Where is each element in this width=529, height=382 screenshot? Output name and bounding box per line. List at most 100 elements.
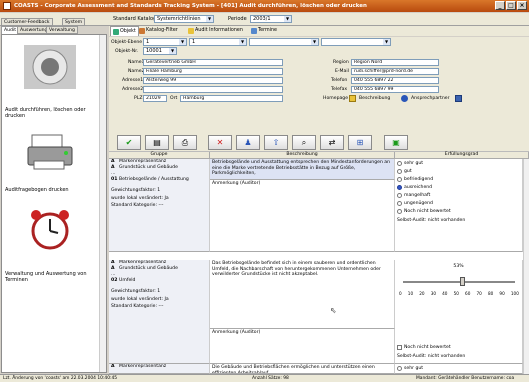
slider-ticks: 0 10 20 30 40 50 60 70 80 90 100: [399, 291, 519, 296]
chevron-down-icon: ▼: [383, 39, 390, 45]
tab-audit-informationen[interactable]: Audit Informationen: [186, 26, 245, 36]
column-header-erfuellung[interactable]: Erfüllungsgrad: [395, 152, 529, 159]
object-icon: [113, 28, 119, 35]
rating-option[interactable]: ungenügend: [395, 199, 522, 207]
beschreibung-label: Beschreibung: [359, 96, 391, 101]
nav-item-termine[interactable]: Verwaltung und Auswertung von Terminen: [2, 207, 102, 287]
ebene-fourth-select[interactable]: ▼: [321, 38, 391, 46]
rating-option[interactable]: gut: [395, 167, 522, 175]
status-last-change: Lzt. Änderung von 'coasts' am 22.03.2004…: [3, 376, 118, 381]
nr-label: Objekt-Nr.: [115, 49, 139, 54]
status-user: Mandant: Gerätehändler Benutzername: coa: [416, 376, 515, 381]
confirm-button[interactable]: ✔: [117, 135, 141, 150]
adr1-field[interactable]: Alsterweg 99: [143, 77, 283, 84]
adr2-field[interactable]: [143, 86, 283, 93]
minimize-button[interactable]: _: [495, 1, 505, 10]
action-toolbar: ✔ ▤ ⎙ ✕ ♟ ⇧ ⌕ ⇄ ⊞ ▣: [109, 134, 529, 152]
nav-item-audit[interactable]: Audit durchführen, löschen oder drucken: [2, 39, 102, 125]
mouse-cursor-icon: ⇖: [330, 306, 337, 315]
tab-termine[interactable]: Termine: [249, 26, 279, 36]
name1-field[interactable]: Gerätevertrieb GmbH: [143, 59, 283, 66]
ansprech-label: Ansprechpartner: [411, 96, 450, 101]
grid-scrollbar[interactable]: [523, 159, 529, 374]
column-header-beschreibung[interactable]: Beschreibung: [210, 152, 395, 159]
ort-label: Ort: [170, 96, 178, 101]
catalog-label: Standard Katalog: [113, 16, 157, 22]
email-label: E-Mail: [335, 69, 349, 74]
delete-button[interactable]: ✕: [208, 135, 232, 150]
export-button[interactable]: ▣: [384, 135, 408, 150]
row-3-description: Die Gebäude und Betriebsflächen ermöglic…: [210, 364, 395, 374]
nav-item-fragebogen[interactable]: Auditfragebogen drucken: [2, 131, 102, 201]
nav-item-label: Audit durchführen, löschen oder drucken: [5, 107, 86, 119]
radio-icon: [397, 365, 402, 371]
rating-option[interactable]: befriedigend: [395, 175, 522, 183]
search-button[interactable]: ⌕: [292, 135, 316, 150]
fax-label: Telefax: [331, 87, 348, 92]
fax-field[interactable]: 040 555 6897 99: [351, 86, 439, 93]
rating-slider-thumb[interactable]: [459, 277, 465, 286]
object-tabs: Objekt Katalog-Filter Audit Informatione…: [109, 26, 529, 36]
print-button[interactable]: ⎙: [173, 135, 197, 150]
radio-icon: [397, 200, 402, 206]
row-1-rating: sehr gut gut befriedigend ausreichend ma…: [395, 159, 523, 252]
row-2-anmerkung-field[interactable]: Anmerkung (Auditor): [210, 329, 395, 364]
rating-option[interactable]: sehr gut: [395, 364, 522, 372]
upload-button[interactable]: ⇧: [264, 135, 288, 150]
title-bar: COASTS - Corporate Assessment and Standa…: [0, 0, 529, 12]
link-button[interactable]: ⇄: [320, 135, 344, 150]
rating-option[interactable]: Noch nicht bewertet: [395, 207, 522, 215]
tab-katalog-filter[interactable]: Katalog-Filter: [137, 26, 180, 36]
plz-field[interactable]: 21029: [143, 95, 167, 102]
status-bar: Lzt. Änderung von 'coasts' am 22.03.2004…: [0, 374, 529, 382]
filter-icon: [139, 28, 145, 34]
adr2-label: Adresse2: [122, 87, 144, 92]
ebene-sub-select[interactable]: 1 ▼: [189, 38, 247, 46]
maximize-button[interactable]: □: [506, 1, 516, 10]
plz-label: PLZ: [134, 96, 143, 101]
rating-option-selected[interactable]: ausreichend: [395, 183, 522, 191]
row-3-rating: sehr gut: [395, 364, 523, 374]
tab-customer-feedback[interactable]: Customer-Feedback: [1, 18, 53, 26]
ebene-label: Objekt-Ebene: [111, 40, 143, 45]
catalog-select[interactable]: Systemrichtlinien ▼: [154, 15, 214, 23]
tab-system[interactable]: System: [62, 18, 86, 26]
document-button[interactable]: ▤: [145, 135, 169, 150]
rating-option[interactable]: sehr gut: [395, 159, 522, 167]
name1-label: Name1: [128, 60, 145, 65]
ort-field[interactable]: Hamburg: [180, 95, 283, 102]
period-select[interactable]: 2003/1 ▼: [250, 15, 292, 23]
app-icon: [3, 2, 11, 10]
region-label: Region: [333, 60, 349, 65]
nr-select[interactable]: 10001 ▼: [143, 47, 177, 55]
homepage-label: Homepage: [323, 96, 349, 101]
name2-field[interactable]: Filiale Hamburg: [143, 68, 283, 75]
ebene-third-select[interactable]: ▼: [249, 38, 319, 46]
rating-option[interactable]: mangelhaft: [395, 191, 522, 199]
info-icon[interactable]: [401, 95, 408, 102]
not-rated-checkbox[interactable]: Noch nicht bewertet: [395, 343, 451, 351]
left-scrollbar[interactable]: [99, 35, 106, 372]
chevron-down-icon: ▼: [179, 39, 186, 45]
tab-verwaltung[interactable]: Verwaltung: [46, 26, 78, 34]
tel-label: Telefon: [331, 78, 348, 83]
region-field[interactable]: Region Nord: [351, 59, 439, 66]
row-1-anmerkung-field[interactable]: Anmerkung (Auditor): [210, 180, 395, 252]
row-3-gruppe: A Markenrepräsentanz: [109, 364, 210, 374]
hierarchy-button[interactable]: ⊞: [348, 135, 372, 150]
status-record-count: Anzahl Sätze: 98: [252, 376, 289, 381]
user-button[interactable]: ♟: [236, 135, 260, 150]
ebene-select[interactable]: 1 ▼: [143, 38, 187, 46]
row-2-description: Das Betriebsgelände befindet sich in ein…: [210, 260, 395, 329]
close-button[interactable]: ×: [517, 1, 527, 10]
tel-field[interactable]: 040 555 6897 22: [351, 77, 439, 84]
contact-card-icon[interactable]: [455, 95, 462, 102]
tab-objekt[interactable]: Objekt: [110, 26, 139, 36]
nav-item-label: Verwaltung und Auswertung von Terminen: [5, 271, 87, 283]
homepage-icon[interactable]: [349, 95, 356, 102]
row-1-gruppe: A Markenrepräsentanz A Grundstück und Gebä…: [109, 159, 210, 252]
email-field[interactable]: rudi.schiffer@prd-nord.de: [351, 68, 439, 75]
alarm-clock-icon: [31, 210, 69, 250]
radio-icon: [397, 208, 402, 214]
column-header-gruppe[interactable]: Gruppe: [109, 152, 210, 159]
